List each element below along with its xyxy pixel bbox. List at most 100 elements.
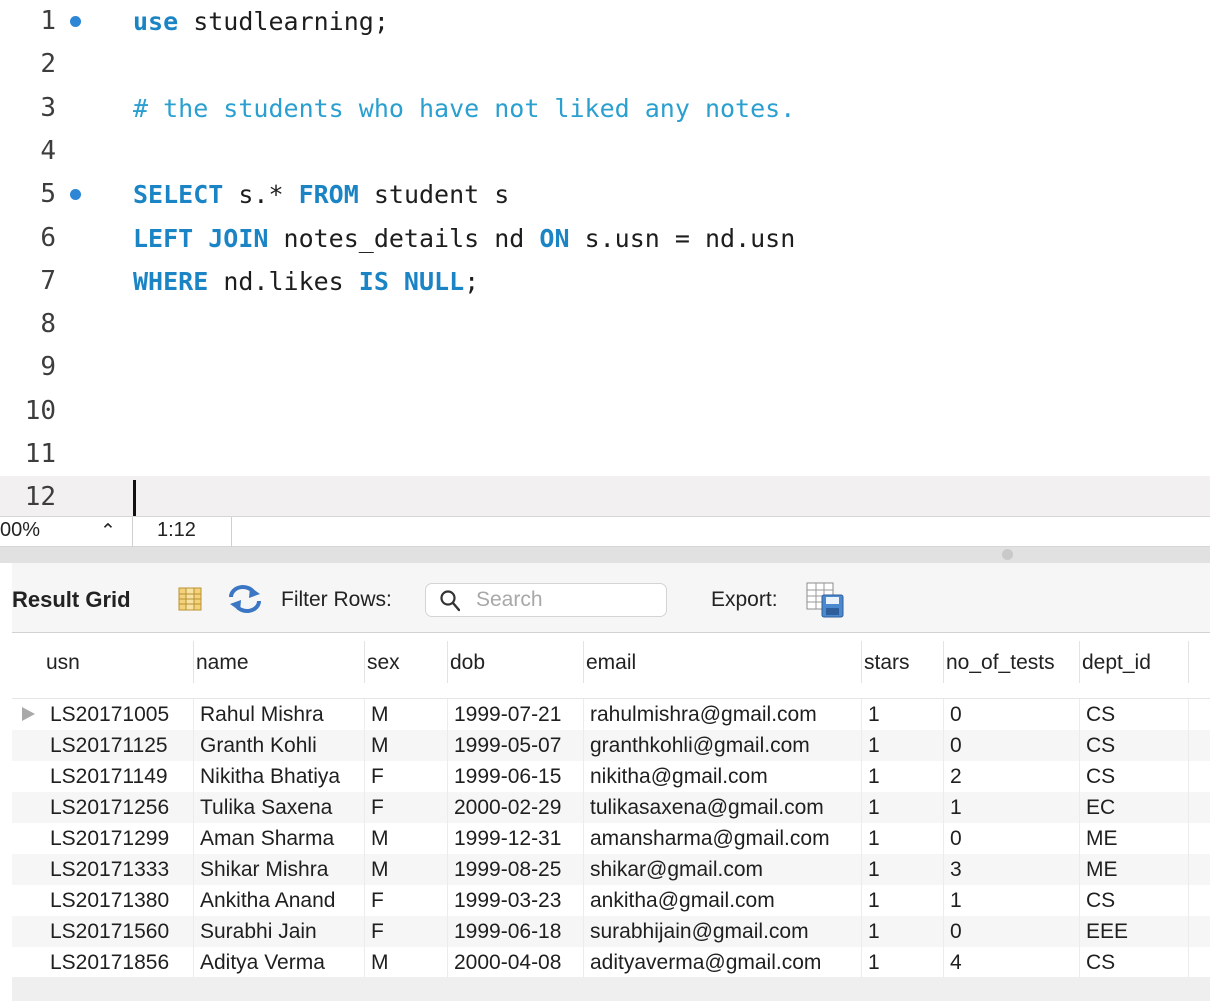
column-grid-icon[interactable]	[178, 587, 202, 611]
table-cell[interactable]: 1999-06-18	[448, 916, 584, 947]
table-cell[interactable]: nikitha@gmail.com	[584, 761, 862, 792]
table-cell[interactable]: 1	[944, 885, 1080, 916]
table-row[interactable]: LS20171380 Ankitha Anand F 1999-03-23 ankith…	[12, 885, 1210, 916]
table-cell[interactable]: ankitha@gmail.com	[584, 885, 862, 916]
table-cell[interactable]: Shikar Mishra	[194, 854, 365, 885]
column-header-usn[interactable]: usn	[44, 641, 194, 683]
table-cell[interactable]: Surabhi Jain	[194, 916, 365, 947]
table-cell[interactable]: LS20171380	[44, 885, 194, 916]
table-cell[interactable]: 0	[944, 699, 1080, 730]
table-cell[interactable]: CS	[1080, 885, 1189, 916]
table-cell[interactable]: Granth Kohli	[194, 730, 365, 761]
table-cell[interactable]: LS20171125	[44, 730, 194, 761]
column-header-sex[interactable]: sex	[365, 641, 448, 683]
table-cell[interactable]: 2000-02-29	[448, 792, 584, 823]
table-cell[interactable]: F	[365, 885, 448, 916]
statement-marker-icon[interactable]	[70, 16, 81, 27]
table-cell[interactable]: 1	[862, 761, 944, 792]
table-row[interactable]: LS20171005 Rahul Mishra M 1999-07-21 rahulmi…	[12, 699, 1210, 730]
table-cell[interactable]: 1	[862, 792, 944, 823]
column-header-no-of-tests[interactable]: no_of_tests	[944, 641, 1080, 683]
table-cell[interactable]: 0	[944, 823, 1080, 854]
grid-empty-row[interactable]	[12, 977, 1210, 1001]
table-cell[interactable]: CS	[1080, 761, 1189, 792]
table-cell[interactable]: LS20171856	[44, 947, 194, 978]
splitter-grip-icon[interactable]	[1002, 549, 1013, 560]
table-cell[interactable]: M	[365, 823, 448, 854]
table-cell[interactable]: adityaverma@gmail.com	[584, 947, 862, 978]
table-cell[interactable]: M	[365, 699, 448, 730]
table-cell[interactable]: surabhijain@gmail.com	[584, 916, 862, 947]
table-cell[interactable]: Tulika Saxena	[194, 792, 365, 823]
table-cell[interactable]: 1	[944, 792, 1080, 823]
table-cell[interactable]: LS20171256	[44, 792, 194, 823]
zoom-stepper-icon[interactable]: ⌃	[100, 520, 116, 543]
table-cell[interactable]: F	[365, 916, 448, 947]
table-row[interactable]: LS20171125 Granth Kohli M 1999-05-07 granthk…	[12, 730, 1210, 761]
table-cell[interactable]: 3	[944, 854, 1080, 885]
table-cell[interactable]: LS20171149	[44, 761, 194, 792]
code-line[interactable]: 9	[0, 346, 1210, 389]
code-line[interactable]: 10	[0, 390, 1210, 433]
table-cell[interactable]: EC	[1080, 792, 1189, 823]
table-cell[interactable]: 1	[862, 916, 944, 947]
panel-splitter[interactable]	[0, 547, 1210, 563]
table-cell[interactable]: Ankitha Anand	[194, 885, 365, 916]
table-cell[interactable]: 1999-08-25	[448, 854, 584, 885]
table-cell[interactable]: 2000-04-08	[448, 947, 584, 978]
column-header-dept-id[interactable]: dept_id	[1080, 641, 1189, 683]
table-cell[interactable]: LS20171005	[44, 699, 194, 730]
code-line[interactable]: 4	[0, 130, 1210, 173]
table-cell[interactable]: 0	[944, 730, 1080, 761]
table-cell[interactable]: F	[365, 761, 448, 792]
table-row[interactable]: LS20171149 Nikitha Bhatiya F 1999-06-15 niki…	[12, 761, 1210, 792]
table-cell[interactable]: 0	[944, 916, 1080, 947]
table-cell[interactable]: EEE	[1080, 916, 1189, 947]
table-cell[interactable]: shikar@gmail.com	[584, 854, 862, 885]
table-cell[interactable]: tulikasaxena@gmail.com	[584, 792, 862, 823]
code-line[interactable]: 12	[0, 476, 1210, 516]
column-header-dob[interactable]: dob	[448, 641, 584, 683]
table-cell[interactable]: ME	[1080, 823, 1189, 854]
table-cell[interactable]: CS	[1080, 947, 1189, 978]
column-header-stars[interactable]: stars	[862, 641, 944, 683]
table-cell[interactable]: 1	[862, 885, 944, 916]
table-row[interactable]: LS20171560 Surabhi Jain F 1999-06-18 surabhi…	[12, 916, 1210, 947]
table-cell[interactable]: LS20171299	[44, 823, 194, 854]
statement-marker-icon[interactable]	[70, 189, 81, 201]
column-header-email[interactable]: email	[584, 641, 862, 683]
table-cell[interactable]: 1	[862, 699, 944, 730]
table-cell[interactable]: amansharma@gmail.com	[584, 823, 862, 854]
code-line[interactable]: 5 SELECT s.* FROM student s	[0, 173, 1210, 216]
table-cell[interactable]: Aditya Verma	[194, 947, 365, 978]
table-cell[interactable]: granthkohli@gmail.com	[584, 730, 862, 761]
table-cell[interactable]: M	[365, 854, 448, 885]
filter-search-input[interactable]	[476, 585, 662, 615]
table-cell[interactable]: Aman Sharma	[194, 823, 365, 854]
table-cell[interactable]: CS	[1080, 699, 1189, 730]
table-cell[interactable]: 1999-05-07	[448, 730, 584, 761]
code-line[interactable]: 1 use studlearning;	[0, 0, 1210, 43]
table-cell[interactable]: rahulmishra@gmail.com	[584, 699, 862, 730]
table-cell[interactable]: M	[365, 947, 448, 978]
table-cell[interactable]: M	[365, 730, 448, 761]
export-icon[interactable]	[806, 582, 844, 618]
table-cell[interactable]: ME	[1080, 854, 1189, 885]
code-line[interactable]: 7 WHERE nd.likes IS NULL;	[0, 260, 1210, 303]
table-cell[interactable]: 1999-06-15	[448, 761, 584, 792]
table-cell[interactable]: Rahul Mishra	[194, 699, 365, 730]
code-line[interactable]: 8	[0, 303, 1210, 346]
table-cell[interactable]: Nikitha Bhatiya	[194, 761, 365, 792]
table-cell[interactable]: 1	[862, 823, 944, 854]
sql-editor[interactable]: 1 use studlearning; 2 3 # the students who h…	[0, 0, 1210, 516]
table-cell[interactable]: 1	[862, 854, 944, 885]
table-row[interactable]: LS20171856 Aditya Verma M 2000-04-08 adityav…	[12, 947, 1210, 978]
table-cell[interactable]: 4	[944, 947, 1080, 978]
table-cell[interactable]: 1	[862, 947, 944, 978]
result-grid[interactable]: usn name sex dob email stars no_of_tests dept_i…	[12, 633, 1210, 1001]
code-line[interactable]: 11	[0, 433, 1210, 476]
table-cell[interactable]: 1999-03-23	[448, 885, 584, 916]
table-cell[interactable]: 2	[944, 761, 1080, 792]
filter-search-box[interactable]	[425, 583, 667, 617]
table-row[interactable]: LS20171256 Tulika Saxena F 2000-02-29 tulika…	[12, 792, 1210, 823]
